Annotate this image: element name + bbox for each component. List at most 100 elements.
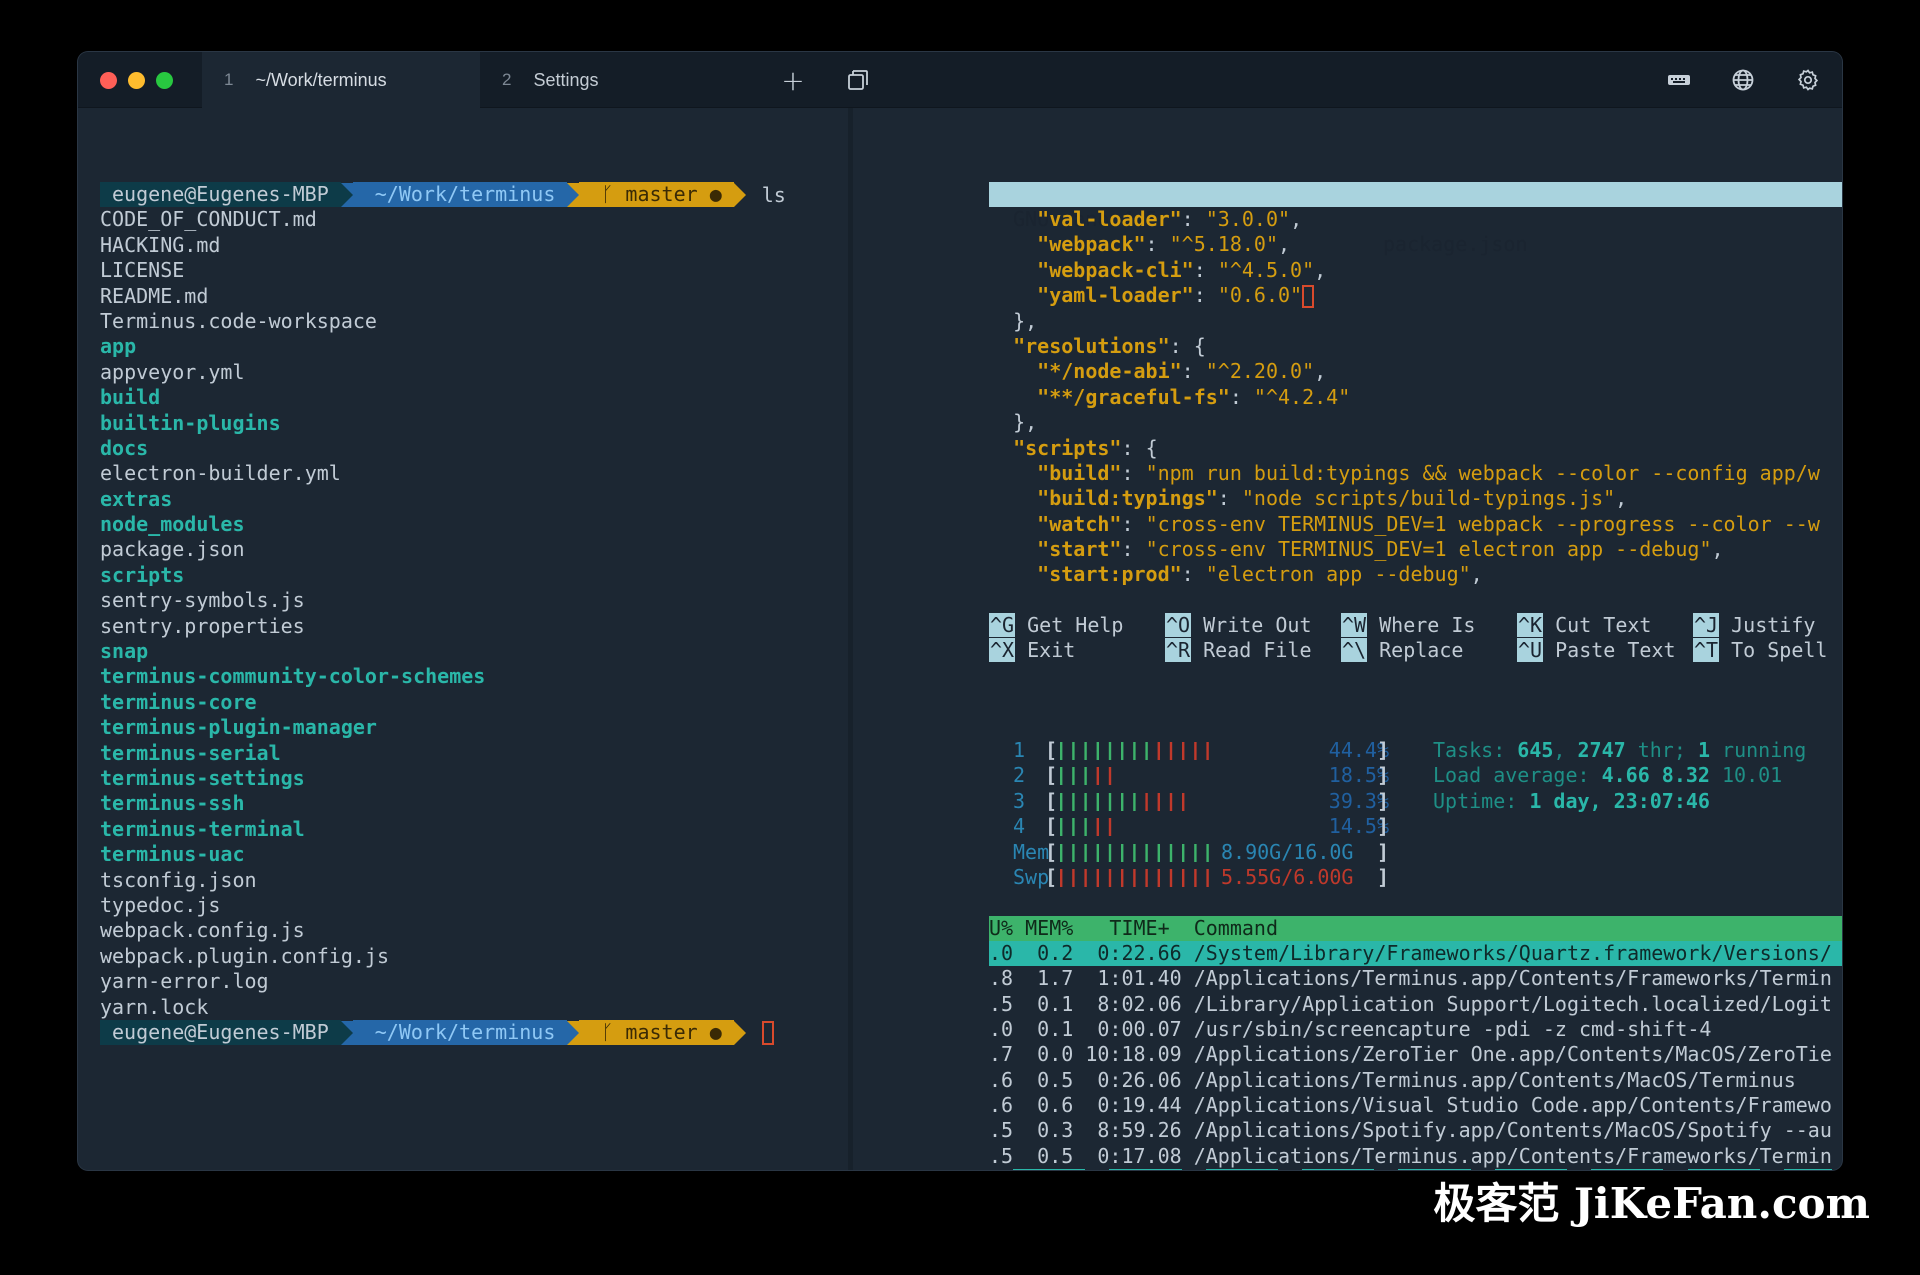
usage-bar-tick [1060,767,1063,786]
usage-bar-tick [1108,843,1112,862]
duplicate-icon [848,70,868,90]
prompt-separator [340,182,353,207]
shortcut-label: Justify [1731,612,1816,637]
ls-file: electron-builder.yml [100,461,341,486]
process-row[interactable]: .5 0.1 8:02.06 /Library/Application Supp… [989,992,1842,1017]
usage-bar-tick [1206,742,1209,760]
close-window-button[interactable] [100,72,117,89]
usage-bar [1060,742,1209,760]
ls-file: README.md [100,283,209,308]
usage-bar-tick [1133,868,1136,887]
shortcut-paste-text[interactable]: ^U Paste Text [1517,638,1676,663]
code-line: }, [989,410,1842,435]
settings-button[interactable] [1791,64,1825,96]
fkey-help[interactable]: Help [1013,1169,1086,1170]
minimize-window-button[interactable] [128,72,145,89]
code-line: "watch": "cross-env TERMINUS_DEV=1 webpa… [989,512,1842,537]
code-line: "**/graceful-fs": "^4.2.4" [989,385,1842,410]
json-value: "3.0.0" [1205,207,1291,231]
usage-bar-tick [1121,868,1124,887]
ls-file: appveyor.yml [100,359,245,384]
shortcut-replace[interactable]: ^\ Replace [1341,638,1463,663]
usage-bar-tick [1084,843,1087,862]
json-value: "cross-env TERMINUS_DEV=1 electron app -… [1145,537,1712,562]
nano-buffer[interactable]: "val-loader": "3.0.0", "webpack": "^5.18… [989,207,1842,588]
json-punct: , [1314,359,1327,384]
usage-bar-tick [1145,742,1148,760]
json-separator: : [1217,486,1242,511]
running-label: running [1709,738,1807,762]
shell-prompt: eugene@Eugenes-MBP ~/Work/terminus ᚴ maste… [100,182,848,208]
tab-settings[interactable]: 2 Settings [480,52,758,108]
htop-tasks: Tasks: 645, 2747 thr; 1 running [1433,738,1807,762]
usage-bar-tick [1206,843,1209,862]
duplicate-tab-button[interactable] [841,64,875,96]
cpu-meter-1: 1[44.4%] Tasks: 645, 2747 thr; 1 running [989,738,1842,763]
process-row[interactable]: .7 0.0 10:18.09 /Applications/ZeroTier O… [989,1042,1842,1067]
shortcut-label: Cut Text [1555,612,1652,637]
json-punct: , [1290,207,1303,231]
process-row[interactable]: .6 0.5 0:26.06 /Applications/Terminus.ap… [989,1068,1842,1093]
htop-monitor[interactable]: 1[44.4%] Tasks: 645, 2747 thr; 1 running 2… [989,738,1842,1170]
fkey-setup[interactable]: Setup [1109,1169,1182,1170]
usage-bar-tick [1072,818,1075,837]
meter-bracket-open: [ [1045,763,1058,788]
json-separator: : [1181,562,1206,587]
usage-bar-tick [1084,818,1087,837]
shortcut-key: ^X [989,638,1016,663]
ssh-connections-button[interactable] [1726,64,1760,96]
process-list[interactable]: .0 0.2 0:22.66 /System/Library/Framework… [989,940,1842,1170]
new-tab-button[interactable]: + [776,64,810,97]
fkey-filter[interactable]: Filter [1302,1169,1375,1170]
editor-cursor [1302,285,1315,309]
usage-bar-tick [1096,767,1099,786]
json-value: "^4.2.4" [1253,384,1351,409]
process-row[interactable]: .6 0.6 0:19.44 /Applications/Visual Stud… [989,1093,1842,1118]
tab-terminus[interactable]: 1 ~/Work/terminus [202,52,480,108]
usage-bar-tick [1194,868,1197,887]
prompt-path: ~/Work/terminus [352,182,568,208]
nano-editor[interactable]: GNU nano 4.5 package.json "val-loader": … [989,182,1842,664]
shortcut-label: Where Is [1379,612,1476,637]
htop-uptime: Uptime: 1 day, 23:07:46 [1433,789,1710,814]
usage-bar-tick [1108,792,1112,811]
json-value: "^2.20.0" [1205,359,1315,384]
htop-meters: 1[44.4%] Tasks: 645, 2747 thr; 1 running 2… [989,738,1842,890]
usage-bar [1060,767,1112,786]
process-table-header[interactable]: U% MEM% TIME+ Command [989,915,1842,941]
code-line: "scripts": { [989,436,1842,461]
process-row[interactable]: .8 1.7 1:01.40 /Applications/Terminus.ap… [989,966,1842,991]
json-key: "val-loader" [1037,207,1182,231]
terminal-pane-right[interactable]: GNU nano 4.5 package.json "val-loader": … [853,108,1842,1170]
shortcut-read-file[interactable]: ^R Read File [1165,638,1312,663]
usage-bar-tick [1169,792,1173,811]
meter-bracket-open: [ [1045,814,1058,839]
maximize-window-button[interactable] [156,72,173,89]
keyboard-button[interactable] [1662,64,1696,96]
usage-bar-tick [1182,843,1185,862]
process-row[interactable]: .5 0.5 0:17.08 /Applications/Terminus.ap… [989,1144,1842,1169]
process-row[interactable]: .0 0.2 0:22.66 /System/Library/Framework… [989,940,1842,967]
process-row[interactable]: .0 0.1 0:00.07 /usr/sbin/screencapture -… [989,1017,1842,1042]
shortcut-label: Read File [1203,638,1312,663]
shortcut-exit[interactable]: ^X Exit [989,638,1075,663]
terminal-pane-left[interactable]: eugene@Eugenes-MBP ~/Work/terminus ᚴ maste… [78,108,848,1170]
ls-directory: terminus-community-color-schemes [100,664,486,689]
usage-bar-tick [1108,818,1112,837]
code-line: "build": "npm run build:typings && webpa… [989,461,1842,486]
shortcut-cut-text[interactable]: ^K Cut Text [1517,612,1652,638]
shortcut-get-help[interactable]: ^G Get Help [989,612,1123,638]
shortcut-where-is[interactable]: ^W Where Is [1341,612,1476,638]
shortcut-to-spell[interactable]: ^T To Spell [1693,638,1827,663]
usage-bar-tick [1206,868,1209,887]
shortcut-justify[interactable]: ^J Justify [1693,612,1816,638]
shortcut-write-out[interactable]: ^O Write Out [1165,612,1312,638]
usage-bar-tick [1157,742,1160,760]
tab-number: 1 [224,70,234,89]
process-row[interactable]: .5 0.3 8:59.26 /Applications/Spotify.app… [989,1118,1842,1143]
fkey-search[interactable]: Search [1205,1169,1279,1170]
